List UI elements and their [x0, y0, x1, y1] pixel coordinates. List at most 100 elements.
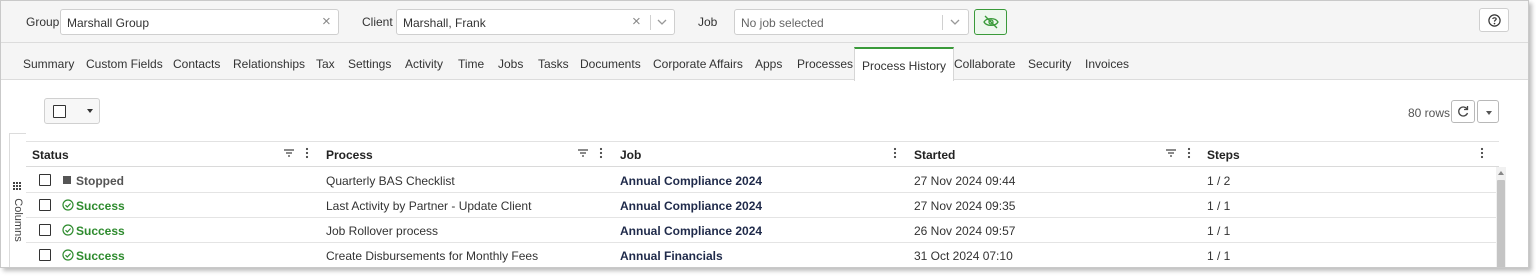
process-name[interactable]: Job Rollover process [326, 224, 438, 238]
combo-separator [942, 15, 943, 30]
column-header-started[interactable]: Started [914, 148, 955, 162]
row-count: 80 rows [1408, 106, 1451, 120]
status-label: Success [76, 249, 125, 263]
process-name[interactable]: Quarterly BAS Checklist [326, 174, 455, 188]
grid-options-button[interactable] [1477, 100, 1499, 123]
eye-off-icon [983, 15, 999, 29]
group-value: Marshall Group [67, 16, 150, 30]
tab-collaborate[interactable]: Collaborate [954, 43, 1015, 80]
started-time: 26 Nov 2024 09:57 [914, 224, 1016, 238]
steps-count: 1 / 1 [1207, 224, 1231, 238]
column-menu-icon[interactable] [305, 147, 309, 159]
column-menu-icon[interactable] [599, 147, 603, 159]
tab-relationships[interactable]: Relationships [233, 43, 305, 80]
grid-header: Status Process Job Started Steps [26, 141, 1499, 167]
toggle-visibility-button[interactable] [974, 9, 1007, 35]
bulk-select-button[interactable] [44, 98, 100, 124]
tab-settings[interactable]: Settings [348, 43, 391, 80]
tab-activity[interactable]: Activity [405, 43, 443, 80]
column-header-process[interactable]: Process [326, 148, 373, 162]
status-label: Success [76, 224, 125, 238]
client-header: Group Marshall Group × Client Marshall, … [1, 1, 1528, 43]
combo-separator [650, 15, 651, 30]
columns-panel-toggle[interactable]: Columns [9, 133, 26, 267]
tab-tax[interactable]: Tax [316, 43, 335, 80]
started-time: 31 Oct 2024 07:10 [914, 249, 1013, 263]
steps-count: 1 / 2 [1207, 174, 1231, 188]
table-row[interactable]: Success Job Rollover process Annual Comp… [26, 218, 1499, 243]
job-name[interactable]: Annual Financials [620, 249, 723, 263]
job-name[interactable]: Annual Compliance 2024 [620, 174, 762, 188]
caret-down-icon[interactable] [87, 109, 93, 113]
group-combobox[interactable]: Marshall Group × [60, 9, 339, 35]
tab-corporate-affairs[interactable]: Corporate Affairs [653, 43, 743, 80]
caret-down-icon [1486, 111, 1492, 115]
filter-icon[interactable] [577, 147, 589, 159]
table-row[interactable]: Success Create Disbursements for Monthly… [26, 243, 1499, 267]
status-label: Stopped [76, 174, 124, 188]
column-header-steps[interactable]: Steps [1207, 148, 1240, 162]
clear-client-icon[interactable]: × [632, 13, 641, 31]
check-circle-icon [62, 224, 74, 236]
column-header-job[interactable]: Job [620, 148, 641, 162]
tab-tasks[interactable]: Tasks [538, 43, 569, 80]
job-name[interactable]: Annual Compliance 2024 [620, 224, 762, 238]
check-circle-icon [62, 199, 74, 211]
client-combobox[interactable]: Marshall, Frank × [396, 9, 675, 35]
job-combobox[interactable]: No job selected [734, 9, 969, 35]
row-checkbox[interactable] [39, 224, 51, 236]
help-icon [1488, 14, 1501, 27]
steps-count: 1 / 1 [1207, 249, 1231, 263]
tab-process-history[interactable]: Process History [854, 47, 955, 81]
row-checkbox[interactable] [39, 174, 51, 186]
tab-time[interactable]: Time [458, 43, 484, 80]
scroll-up-icon[interactable] [1498, 171, 1504, 175]
started-time: 27 Nov 2024 09:44 [914, 174, 1016, 188]
steps-count: 1 / 1 [1207, 199, 1231, 213]
started-time: 27 Nov 2024 09:35 [914, 199, 1016, 213]
status-label: Success [76, 199, 125, 213]
client-label: Client [362, 15, 393, 29]
tab-custom-fields[interactable]: Custom Fields [86, 43, 163, 80]
row-checkbox[interactable] [39, 249, 51, 261]
table-row[interactable]: Stopped Quarterly BAS Checklist Annual C… [26, 168, 1499, 193]
tab-processes[interactable]: Processes [797, 43, 853, 80]
job-label: Job [698, 15, 718, 29]
tab-contacts[interactable]: Contacts [173, 43, 220, 80]
stop-icon [63, 176, 71, 184]
tab-apps[interactable]: Apps [755, 43, 782, 80]
help-button[interactable] [1479, 8, 1509, 32]
columns-grid-icon [13, 182, 22, 191]
select-all-checkbox[interactable] [53, 105, 66, 118]
app-window: Group Marshall Group × Client Marshall, … [0, 0, 1529, 268]
vertical-scrollbar[interactable] [1496, 167, 1506, 267]
column-menu-icon[interactable] [1187, 147, 1191, 159]
filter-icon[interactable] [1165, 147, 1177, 159]
refresh-icon [1458, 106, 1469, 117]
job-placeholder: No job selected [741, 16, 824, 30]
process-name[interactable]: Create Disbursements for Monthly Fees [326, 249, 538, 263]
client-value: Marshall, Frank [403, 16, 486, 30]
column-menu-icon[interactable] [1480, 147, 1484, 159]
tab-documents[interactable]: Documents [580, 43, 641, 80]
chevron-down-icon[interactable] [950, 18, 960, 26]
tab-invoices[interactable]: Invoices [1085, 43, 1129, 80]
process-name[interactable]: Last Activity by Partner - Update Client [326, 199, 531, 213]
clear-group-icon[interactable]: × [322, 13, 331, 31]
check-circle-icon [62, 249, 74, 261]
chevron-down-icon[interactable] [657, 18, 667, 26]
tab-security[interactable]: Security [1028, 43, 1071, 80]
refresh-button[interactable] [1451, 100, 1475, 123]
tab-jobs[interactable]: Jobs [498, 43, 523, 80]
client-tabs: Summary Custom Fields Contacts Relations… [1, 43, 1528, 81]
columns-panel-label: Columns [12, 198, 24, 242]
filter-icon[interactable] [283, 147, 295, 159]
column-menu-icon[interactable] [893, 147, 897, 159]
tab-summary[interactable]: Summary [23, 43, 74, 80]
group-label: Group [26, 15, 60, 29]
scrollbar-thumb[interactable] [1497, 180, 1505, 267]
job-name[interactable]: Annual Compliance 2024 [620, 199, 762, 213]
column-header-status[interactable]: Status [32, 148, 69, 162]
row-checkbox[interactable] [39, 199, 51, 211]
table-row[interactable]: Success Last Activity by Partner - Updat… [26, 193, 1499, 218]
